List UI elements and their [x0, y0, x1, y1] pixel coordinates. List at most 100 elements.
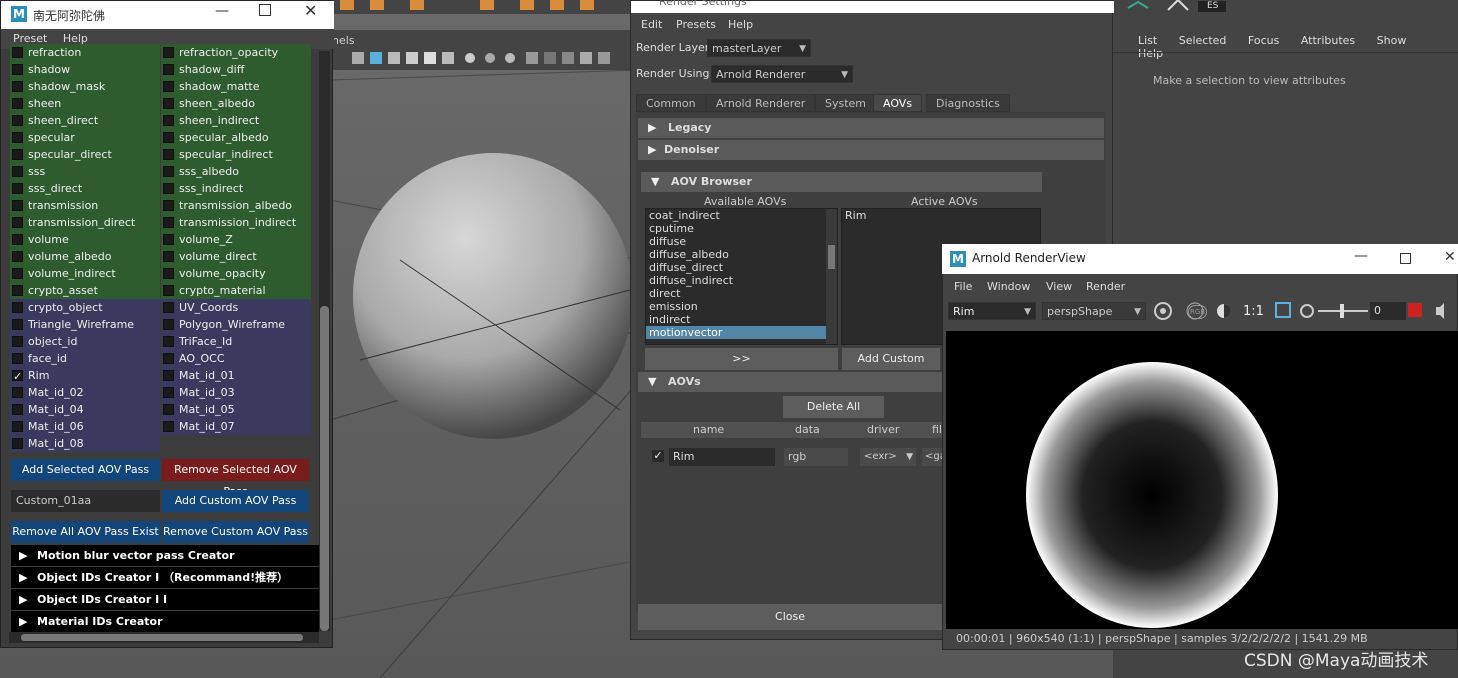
- rs-menu-presets[interactable]: Presets: [676, 18, 716, 31]
- rv-menu-window[interactable]: Window: [987, 280, 1030, 293]
- close-icon[interactable]: ✕: [1444, 249, 1456, 265]
- checkbox[interactable]: [12, 98, 23, 109]
- attr-menu-help[interactable]: Help: [1138, 47, 1163, 60]
- checkbox[interactable]: [12, 319, 23, 330]
- available-aov-item[interactable]: direct: [646, 287, 837, 300]
- frame-aovs[interactable]: ▼ AOVs: [638, 372, 942, 392]
- rs-menu-edit[interactable]: Edit: [641, 18, 662, 31]
- checkbox[interactable]: [12, 234, 23, 245]
- rv-menu-render[interactable]: Render: [1086, 280, 1125, 293]
- tab-system[interactable]: System: [815, 94, 877, 112]
- aov-checkbox-item[interactable]: refraction_opacity: [161, 44, 311, 61]
- checkbox[interactable]: [12, 368, 23, 385]
- aov-checkbox-item[interactable]: sheen_albedo: [161, 95, 311, 112]
- aov-checkbox-item[interactable]: crypto_object: [10, 299, 160, 316]
- aov-checkbox-item[interactable]: specular: [10, 129, 160, 146]
- checkbox[interactable]: [12, 166, 23, 177]
- tab-diagnostics[interactable]: Diagnostics: [926, 94, 1010, 112]
- checkbox[interactable]: [163, 64, 174, 75]
- aov-scrollbar-thumb[interactable]: [320, 306, 329, 631]
- checkbox[interactable]: [163, 336, 174, 347]
- aov-checkbox-item[interactable]: sss_indirect: [161, 180, 311, 197]
- tab-arnold-renderer[interactable]: Arnold Renderer: [706, 94, 816, 112]
- aov-driver-dropdown[interactable]: <exr> ▼: [860, 448, 916, 466]
- aov-checkbox-item[interactable]: AO_OCC: [161, 350, 311, 367]
- maximize-icon[interactable]: [1400, 253, 1411, 264]
- render-layer-dropdown[interactable]: masterLayer ▼: [707, 39, 811, 57]
- checkbox[interactable]: [12, 421, 23, 432]
- tab-common[interactable]: Common: [636, 94, 706, 112]
- aov-checkbox-item[interactable]: volume_Z: [161, 231, 311, 248]
- aov-hscrollbar[interactable]: [9, 632, 319, 643]
- available-scrollbar-thumb[interactable]: [828, 245, 835, 269]
- checkbox[interactable]: [163, 217, 174, 228]
- aov-checkbox-item[interactable]: specular_direct: [10, 146, 160, 163]
- aov-hscrollbar-thumb[interactable]: [21, 634, 303, 641]
- aov-checkbox-item[interactable]: TriFace_Id: [161, 333, 311, 350]
- remove-custom-aov-button[interactable]: Remove Custom AOV Pass: [162, 521, 309, 543]
- aov-checkbox-item[interactable]: transmission_albedo: [161, 197, 311, 214]
- aov-checkbox-item[interactable]: Mat_id_02: [10, 384, 160, 401]
- checkbox[interactable]: [12, 132, 23, 143]
- aov-checkbox-item[interactable]: volume_opacity: [161, 265, 311, 282]
- checkbox[interactable]: [12, 438, 23, 449]
- rs-close-button[interactable]: Close: [638, 604, 942, 630]
- checkbox[interactable]: [163, 285, 174, 296]
- aov-checkbox-item[interactable]: object_id: [10, 333, 160, 350]
- exposure-input[interactable]: 0: [1370, 302, 1406, 320]
- checkbox[interactable]: [12, 285, 23, 296]
- aov-checkbox-item[interactable]: Mat_id_03: [161, 384, 311, 401]
- aov-checkbox-item[interactable]: transmission: [10, 197, 160, 214]
- delete-all-button[interactable]: Delete All: [783, 396, 884, 418]
- available-aov-item[interactable]: diffuse_indirect: [646, 274, 837, 287]
- checkbox[interactable]: [163, 302, 174, 313]
- checkbox[interactable]: [12, 200, 23, 211]
- checkbox[interactable]: [163, 47, 174, 58]
- checkbox[interactable]: [12, 404, 23, 415]
- section-material-ids[interactable]: ▶ Material IDs Creator: [11, 611, 319, 632]
- checkbox[interactable]: [12, 149, 23, 160]
- checkbox[interactable]: [163, 132, 174, 143]
- checkbox[interactable]: [163, 370, 174, 381]
- frame-denoiser[interactable]: ▶ Denoiser: [638, 140, 1104, 160]
- minimize-icon[interactable]: —: [1354, 248, 1368, 264]
- checkbox[interactable]: [12, 302, 23, 313]
- ratio-label[interactable]: 1:1: [1243, 304, 1264, 319]
- aov-checkbox-item[interactable]: face_id: [10, 350, 160, 367]
- aov-checkbox-item[interactable]: specular_indirect: [161, 146, 311, 163]
- attr-menu-attributes[interactable]: Attributes: [1301, 34, 1355, 47]
- checkbox[interactable]: [163, 319, 174, 330]
- move-to-active-button[interactable]: >>: [645, 348, 838, 370]
- aov-enabled-checkbox[interactable]: ✓: [652, 450, 664, 462]
- aov-checkbox-item[interactable]: volume: [10, 231, 160, 248]
- rv-menu-file[interactable]: File: [954, 280, 972, 293]
- checkbox[interactable]: [163, 251, 174, 262]
- aov-checkbox-item[interactable]: Rim: [10, 367, 160, 385]
- add-custom-aov-rs-button[interactable]: Add Custom: [842, 348, 940, 370]
- rs-titlebar[interactable]: Render Settings: [631, 0, 1114, 13]
- remove-selected-aov-button[interactable]: Remove Selected AOV Pass: [162, 459, 309, 498]
- attr-menu-show[interactable]: Show: [1377, 34, 1407, 47]
- attr-menu-list[interactable]: List: [1138, 34, 1157, 47]
- frame-aov-browser[interactable]: ▼ AOV Browser: [641, 172, 1042, 192]
- aov-checkbox-item[interactable]: volume_albedo: [10, 248, 160, 265]
- tab-aovs[interactable]: AOVs: [873, 94, 923, 112]
- aov-checkbox-item[interactable]: shadow_mask: [10, 78, 160, 95]
- checkbox[interactable]: [163, 183, 174, 194]
- aov-checkbox-item[interactable]: volume_direct: [161, 248, 311, 265]
- section-motion-blur[interactable]: ▶ Motion blur vector pass Creator: [11, 545, 319, 566]
- checkbox[interactable]: [12, 64, 23, 75]
- checkbox[interactable]: [163, 98, 174, 109]
- active-aov-item[interactable]: Rim: [842, 209, 1040, 222]
- remove-all-aov-button[interactable]: Remove All AOV Pass Exist: [11, 521, 160, 543]
- aov-checkbox-item[interactable]: volume_indirect: [10, 265, 160, 282]
- available-scrollbar[interactable]: [826, 209, 837, 344]
- checkbox[interactable]: [12, 336, 23, 347]
- aov-checkbox-item[interactable]: Triangle_Wireframe: [10, 316, 160, 333]
- rv-titlebar[interactable]: M Arnold RenderView — ✕: [942, 244, 1458, 274]
- checkbox[interactable]: [163, 353, 174, 364]
- checkbox[interactable]: [163, 200, 174, 211]
- checkbox[interactable]: [12, 115, 23, 126]
- shelf-icons[interactable]: [330, 0, 640, 14]
- attr-menu-selected[interactable]: Selected: [1179, 34, 1227, 47]
